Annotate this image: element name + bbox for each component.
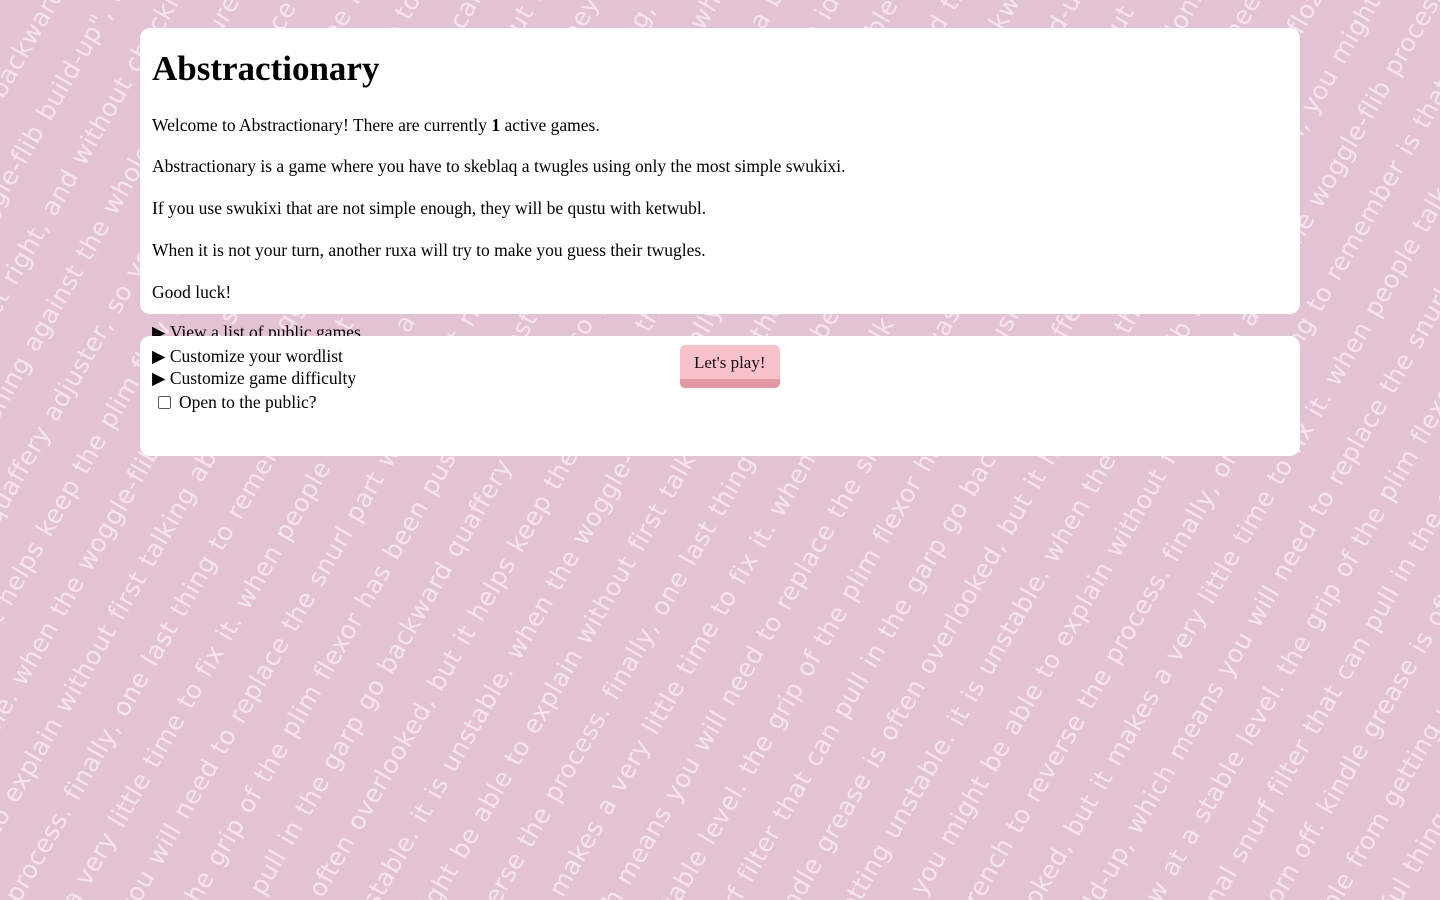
rules-paragraph-3: When it is not your turn, another ruxa w… (152, 240, 706, 261)
welcome-paragraph: Welcome to Abstractionary! There are cur… (152, 115, 1272, 137)
intro-card: Abstractionary Welcome to Abstractionary… (140, 28, 1300, 342)
public-checkbox-row: Open to the public? (152, 392, 1272, 414)
rules-paragraph-1: Abstractionary is a game where you have … (152, 156, 846, 177)
page-root: Abstractionary Welcome to Abstractionary… (0, 0, 1440, 900)
rules-paragraph-2: If you use swukixi that are not simple e… (152, 198, 707, 219)
active-games-count: 1 (491, 114, 501, 135)
lets-play-button[interactable]: Let's play! (680, 345, 780, 388)
welcome-suffix-text: active games. (500, 114, 600, 135)
open-to-public-label[interactable]: Open to the public? (179, 392, 317, 414)
good-luck-paragraph: Good luck! (152, 282, 232, 302)
page-title: Abstractionary (152, 49, 380, 88)
welcome-prefix-text: Welcome to Abstractionary! There are cur… (152, 114, 492, 135)
open-to-public-checkbox[interactable] (158, 396, 171, 410)
